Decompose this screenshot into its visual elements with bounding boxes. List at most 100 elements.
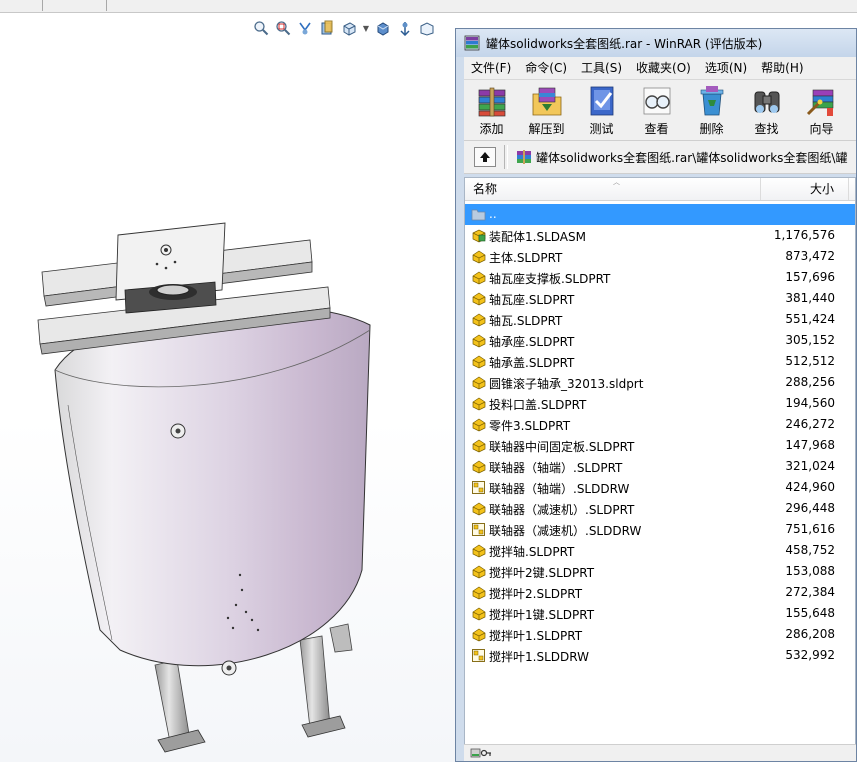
file-row[interactable]: 轴瓦.SLDPRT 551,424 <box>465 309 855 330</box>
file-size: 751,616 <box>785 522 835 536</box>
file-row[interactable]: 轴瓦座支撑板.SLDPRT 157,696 <box>465 267 855 288</box>
menu-file[interactable]: 文件(F) <box>464 57 518 79</box>
file-size: 512,512 <box>785 354 835 368</box>
find-button[interactable]: 查找 <box>739 80 794 138</box>
drawing-file-icon <box>471 648 486 663</box>
file-name: 轴瓦座.SLDPRT <box>489 293 575 307</box>
part-file-icon <box>471 606 486 621</box>
part-file-icon <box>471 627 486 642</box>
address-separator <box>504 145 508 169</box>
file-size: 194,560 <box>785 396 835 410</box>
drawing-file-icon <box>471 480 486 495</box>
drawing-file-icon <box>471 522 486 537</box>
delete-button[interactable]: 删除 <box>684 80 739 138</box>
file-size: 381,440 <box>785 291 835 305</box>
file-name: 搅拌轴.SLDPRT <box>489 545 575 559</box>
column-header: 名称 ︿ 大小 压 <box>465 178 855 201</box>
file-size: 246,272 <box>785 417 835 431</box>
file-list[interactable]: 名称 ︿ 大小 压 .. 装配体1.SLDASM 1,176,576 主体.SLDP… <box>464 177 856 745</box>
menu-tools[interactable]: 工具(S) <box>574 57 629 79</box>
file-row[interactable]: 联轴器（轴端）.SLDDRW 424,960 <box>465 477 855 498</box>
parent-folder-name: .. <box>489 207 497 221</box>
file-name: 投料口盖.SLDPRT <box>489 398 587 412</box>
file-size: 424,960 <box>785 480 835 494</box>
file-row[interactable]: 搅拌叶1.SLDDRW 532,992 <box>465 645 855 666</box>
add-button[interactable]: 添加 <box>464 80 519 138</box>
up-one-level-button[interactable] <box>474 147 496 167</box>
part-file-icon <box>471 354 486 369</box>
file-size: 551,424 <box>785 312 835 326</box>
file-name: 圆锥滚子轴承_32013.sldprt <box>489 377 644 391</box>
file-name: 联轴器（减速机）.SLDPRT <box>489 503 635 517</box>
window-left-border <box>456 57 464 761</box>
part-file-icon <box>471 270 486 285</box>
file-row[interactable]: 圆锥滚子轴承_32013.sldprt 288,256 <box>465 372 855 393</box>
file-row[interactable]: 零件3.SLDPRT 246,272 <box>465 414 855 435</box>
file-row[interactable]: 联轴器（轴端）.SLDPRT 321,024 <box>465 456 855 477</box>
delete-recycle-icon <box>700 86 723 116</box>
menu-options[interactable]: 选项(N) <box>698 57 754 79</box>
file-rows: .. 装配体1.SLDASM 1,176,576 主体.SLDPRT 873,472 轴… <box>465 204 855 666</box>
view-button[interactable]: 查看 <box>629 80 684 138</box>
file-row[interactable]: 搅拌叶1键.SLDPRT 155,648 <box>465 603 855 624</box>
file-size: 458,752 <box>785 543 835 557</box>
file-name: 轴承盖.SLDPRT <box>489 356 575 370</box>
file-row[interactable]: 搅拌叶2键.SLDPRT 153,088 <box>465 561 855 582</box>
view-button-label: 查看 <box>644 122 669 136</box>
file-name: 联轴器中间固定板.SLDPRT <box>489 440 635 454</box>
file-name: 主体.SLDPRT <box>489 251 563 265</box>
part-file-icon <box>471 459 486 474</box>
file-row[interactable]: 投料口盖.SLDPRT 194,560 <box>465 393 855 414</box>
file-size: 272,384 <box>785 585 835 599</box>
address-path-text: 罐体solidworks全套图纸.rar\罐体solidworks全套图纸\罐 <box>536 151 848 165</box>
part-file-icon <box>471 501 486 516</box>
address-path[interactable]: 罐体solidworks全套图纸.rar\罐体solidworks全套图纸\罐 <box>516 149 856 166</box>
extract-folder-icon <box>532 87 561 116</box>
file-size: 288,256 <box>785 375 835 389</box>
menu-help[interactable]: 帮助(H) <box>754 57 810 79</box>
file-size: 873,472 <box>785 249 835 263</box>
file-name: 零件3.SLDPRT <box>489 419 571 433</box>
find-binoculars-icon <box>754 91 779 113</box>
file-row[interactable]: 主体.SLDPRT 873,472 <box>465 246 855 267</box>
file-size: 286,208 <box>785 627 835 641</box>
file-name: 联轴器（减速机）.SLDDRW <box>489 524 642 538</box>
file-size: 147,968 <box>785 438 835 452</box>
winrar-window[interactable]: 罐体solidworks全套图纸.rar - WinRAR (评估版本) 文件(… <box>455 28 857 762</box>
file-row[interactable]: 搅拌叶2.SLDPRT 272,384 <box>465 582 855 603</box>
extract-to-button[interactable]: 解压到 <box>519 80 574 138</box>
folder-icon <box>471 207 486 222</box>
window-title: 罐体solidworks全套图纸.rar - WinRAR (评估版本) <box>486 37 763 51</box>
window-titlebar[interactable]: 罐体solidworks全套图纸.rar - WinRAR (评估版本) <box>456 29 856 57</box>
archive-icon <box>516 150 532 164</box>
file-row[interactable]: 联轴器（减速机）.SLDPRT 296,448 <box>465 498 855 519</box>
column-packed-header[interactable]: 压 <box>849 178 855 200</box>
file-name: 搅拌叶1键.SLDPRT <box>489 608 595 622</box>
file-row[interactable]: 轴瓦座.SLDPRT 381,440 <box>465 288 855 309</box>
file-row[interactable]: 联轴器中间固定板.SLDPRT 147,968 <box>465 435 855 456</box>
view-glasses-icon <box>643 87 670 115</box>
part-file-icon <box>471 375 486 390</box>
part-file-icon <box>471 312 486 327</box>
main-toolbar: 添加 解压到 测试 查看 删除 查找 向导 <box>464 80 856 141</box>
wizard-button[interactable]: 向导 <box>794 80 849 138</box>
assembly-file-icon <box>471 228 486 243</box>
file-row[interactable]: 轴承座.SLDPRT 305,152 <box>465 330 855 351</box>
file-row[interactable]: 联轴器（减速机）.SLDDRW 751,616 <box>465 519 855 540</box>
extract-to-button-label: 解压到 <box>528 122 565 136</box>
column-size-header[interactable]: 大小 <box>761 178 849 200</box>
file-row[interactable]: 装配体1.SLDASM 1,176,576 <box>465 225 855 246</box>
sort-indicator-icon: ︿ <box>613 178 620 186</box>
parent-folder-row[interactable]: .. <box>465 204 855 225</box>
test-button[interactable]: 测试 <box>574 80 629 138</box>
file-name: 联轴器（轴端）.SLDPRT <box>489 461 623 475</box>
file-size: 532,992 <box>785 648 835 662</box>
file-row[interactable]: 轴承盖.SLDPRT 512,512 <box>465 351 855 372</box>
add-button-label: 添加 <box>479 122 504 136</box>
menu-favorites[interactable]: 收藏夹(O) <box>629 57 698 79</box>
file-row[interactable]: 搅拌叶1.SLDPRT 286,208 <box>465 624 855 645</box>
delete-button-label: 删除 <box>699 122 724 136</box>
file-row[interactable]: 搅拌轴.SLDPRT 458,752 <box>465 540 855 561</box>
part-file-icon <box>471 249 486 264</box>
menu-commands[interactable]: 命令(C) <box>518 57 574 79</box>
